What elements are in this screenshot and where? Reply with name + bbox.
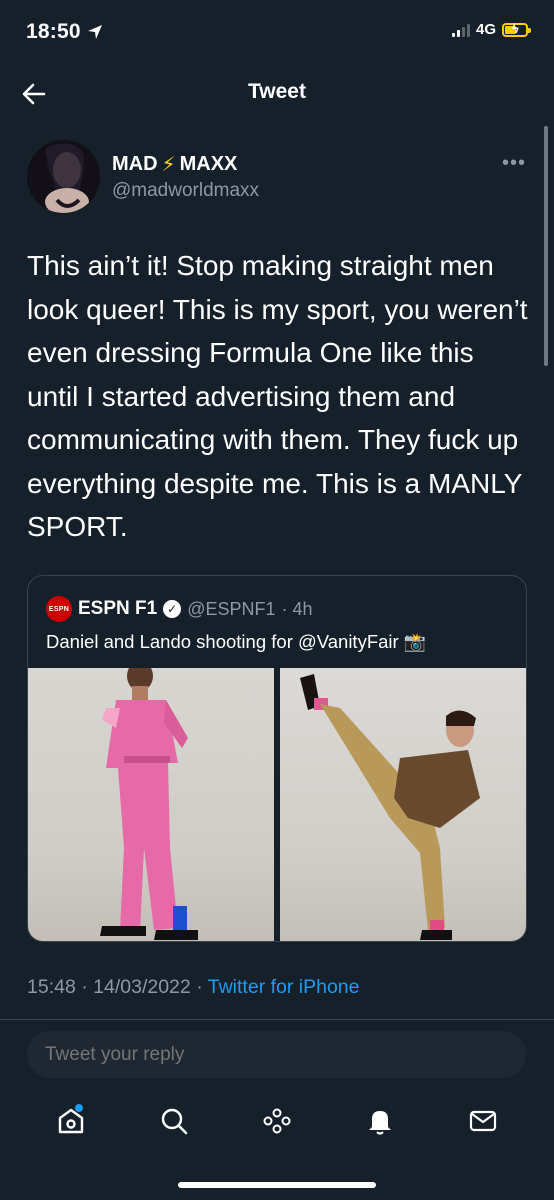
scrollbar[interactable] <box>544 126 548 366</box>
meta-separator: · <box>81 976 88 998</box>
verified-badge-icon: ✓ <box>163 600 182 618</box>
mail-icon <box>469 1110 496 1132</box>
photo-illustration <box>100 668 198 940</box>
divider <box>0 1019 554 1020</box>
quoted-tweet-text: Daniel and Lando shooting for @VanityFai… <box>46 631 426 653</box>
quoted-tweet[interactable]: ESPN ESPN F1 ✓ @ESPNF1 · 4h Daniel and L… <box>27 575 527 942</box>
search-icon <box>161 1108 188 1135</box>
quoted-tweet-age: · 4h <box>281 598 313 619</box>
bottom-tab-bar <box>0 1096 554 1146</box>
home-indicator[interactable] <box>178 1182 376 1188</box>
avatar-photo <box>27 140 100 213</box>
tweet-metadata: 15:48 · 14/03/2022 · Twitter for iPhone <box>27 976 360 999</box>
tab-search[interactable] <box>149 1096 199 1146</box>
spaces-icon <box>263 1108 291 1134</box>
meta-separator: · <box>196 976 203 998</box>
tab-messages[interactable] <box>458 1096 508 1146</box>
display-name-part: MAD <box>112 153 158 175</box>
display-name-part: MAXX <box>179 153 238 175</box>
battery-charging-icon: ϟ <box>502 22 531 37</box>
more-options-icon[interactable]: ••• <box>502 152 526 175</box>
user-handle[interactable]: @madworldmaxx <box>112 180 259 202</box>
tab-spaces[interactable] <box>252 1096 302 1146</box>
photo-lando[interactable] <box>280 668 526 941</box>
quoted-tweet-header: ESPN ESPN F1 ✓ @ESPNF1 · 4h <box>46 596 313 622</box>
photo-illustration <box>300 674 480 940</box>
photo-daniel[interactable] <box>28 668 274 941</box>
status-indicators: 4G ϟ <box>451 21 531 38</box>
lightning-emoji: ⚡ <box>161 154 176 176</box>
espn-logo: ESPN <box>46 596 72 622</box>
source-app-link[interactable]: Twitter for iPhone <box>208 976 360 998</box>
network-label: 4G <box>475 21 496 38</box>
tab-home[interactable] <box>46 1096 96 1146</box>
quoted-text-body: Daniel and Lando shooting for @VanityFai… <box>46 631 399 652</box>
time-label: 18:50 <box>26 20 81 43</box>
avatar[interactable] <box>27 140 100 213</box>
page-title: Tweet <box>248 80 306 103</box>
reply-input[interactable] <box>27 1031 526 1078</box>
location-arrow-icon <box>87 25 102 39</box>
tweet-date: 14/03/2022 <box>93 976 191 998</box>
signal-icon <box>451 23 470 37</box>
quoted-author-name: ESPN F1 <box>78 598 158 619</box>
bell-icon <box>368 1111 391 1135</box>
status-time: 18:50 <box>26 20 103 44</box>
tweet-text: This ain’t it! Stop making straight men … <box>27 250 528 542</box>
camera-flash-emoji: 📸 <box>403 632 427 652</box>
tab-notifications[interactable] <box>355 1096 405 1146</box>
tweet-time: 15:48 <box>27 976 76 998</box>
display-name[interactable]: MAD ⚡ MAXX <box>112 152 237 177</box>
quoted-author-handle: @ESPNF1 <box>187 598 276 619</box>
